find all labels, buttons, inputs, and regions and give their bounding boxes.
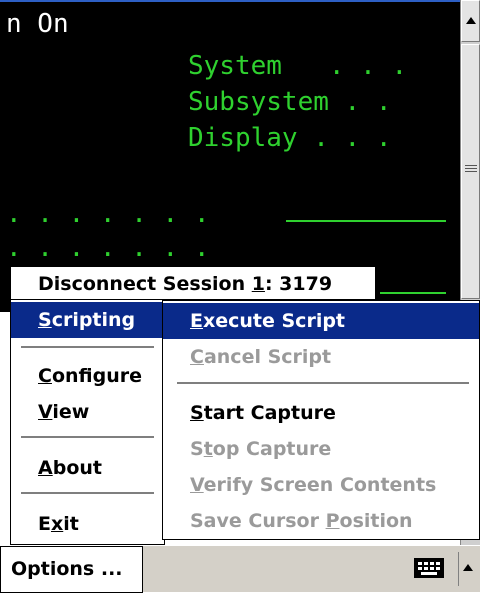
terminal-line-display: Display . . . — [188, 123, 392, 153]
menu-bar: Options ... — [0, 545, 480, 593]
options-menu-button[interactable]: Options ... — [0, 546, 143, 593]
submenu-item-verify-screen-contents[interactable]: Verify Screen Contents — [163, 467, 479, 503]
session-menu: Disconnect Session 1: 3179 — [10, 266, 376, 300]
grip-icon — [465, 165, 477, 174]
options-menu: Scripting Configure View About Exit — [10, 300, 165, 545]
up-arrow-icon[interactable] — [458, 552, 478, 586]
scripting-submenu: Execute Script Cancel Script Start Captu… — [162, 300, 480, 540]
input-field-underline-1[interactable] — [286, 220, 446, 222]
menu-item-exit[interactable]: Exit — [11, 506, 164, 542]
input-field-underline-2[interactable] — [380, 292, 446, 294]
menu-item-configure[interactable]: Configure — [11, 358, 164, 394]
menu-separator — [21, 492, 154, 494]
submenu-item-save-cursor-position[interactable]: Save Cursor Position — [163, 503, 479, 539]
menu-item-view[interactable]: View — [11, 394, 164, 430]
scroll-up-arrow-icon[interactable] — [461, 0, 480, 42]
submenu-item-execute-script[interactable]: Execute Script — [163, 303, 479, 339]
scroll-thumb[interactable] — [461, 44, 480, 299]
keyboard-icon[interactable] — [414, 558, 444, 578]
submenu-item-cancel-script[interactable]: Cancel Script — [163, 339, 479, 375]
menu-separator — [21, 346, 154, 348]
terminal-line-system: System . . . — [188, 51, 408, 81]
submenu-item-start-capture[interactable]: Start Capture — [163, 395, 479, 431]
disconnect-session-item[interactable]: Disconnect Session 1: 3179 — [38, 267, 332, 301]
terminal-line-signon: n On — [6, 9, 69, 39]
menu-separator — [21, 436, 154, 438]
menu-separator — [177, 382, 469, 384]
terminal-dots-row-2: . . . . . . . — [6, 233, 210, 263]
menu-item-scripting[interactable]: Scripting — [11, 302, 164, 338]
terminal-dots-row-1: . . . . . . . — [6, 199, 210, 229]
terminal-line-subsystem: Subsystem . . — [188, 87, 392, 117]
submenu-item-stop-capture[interactable]: Stop Capture — [163, 431, 479, 467]
menu-item-about[interactable]: About — [11, 450, 164, 486]
